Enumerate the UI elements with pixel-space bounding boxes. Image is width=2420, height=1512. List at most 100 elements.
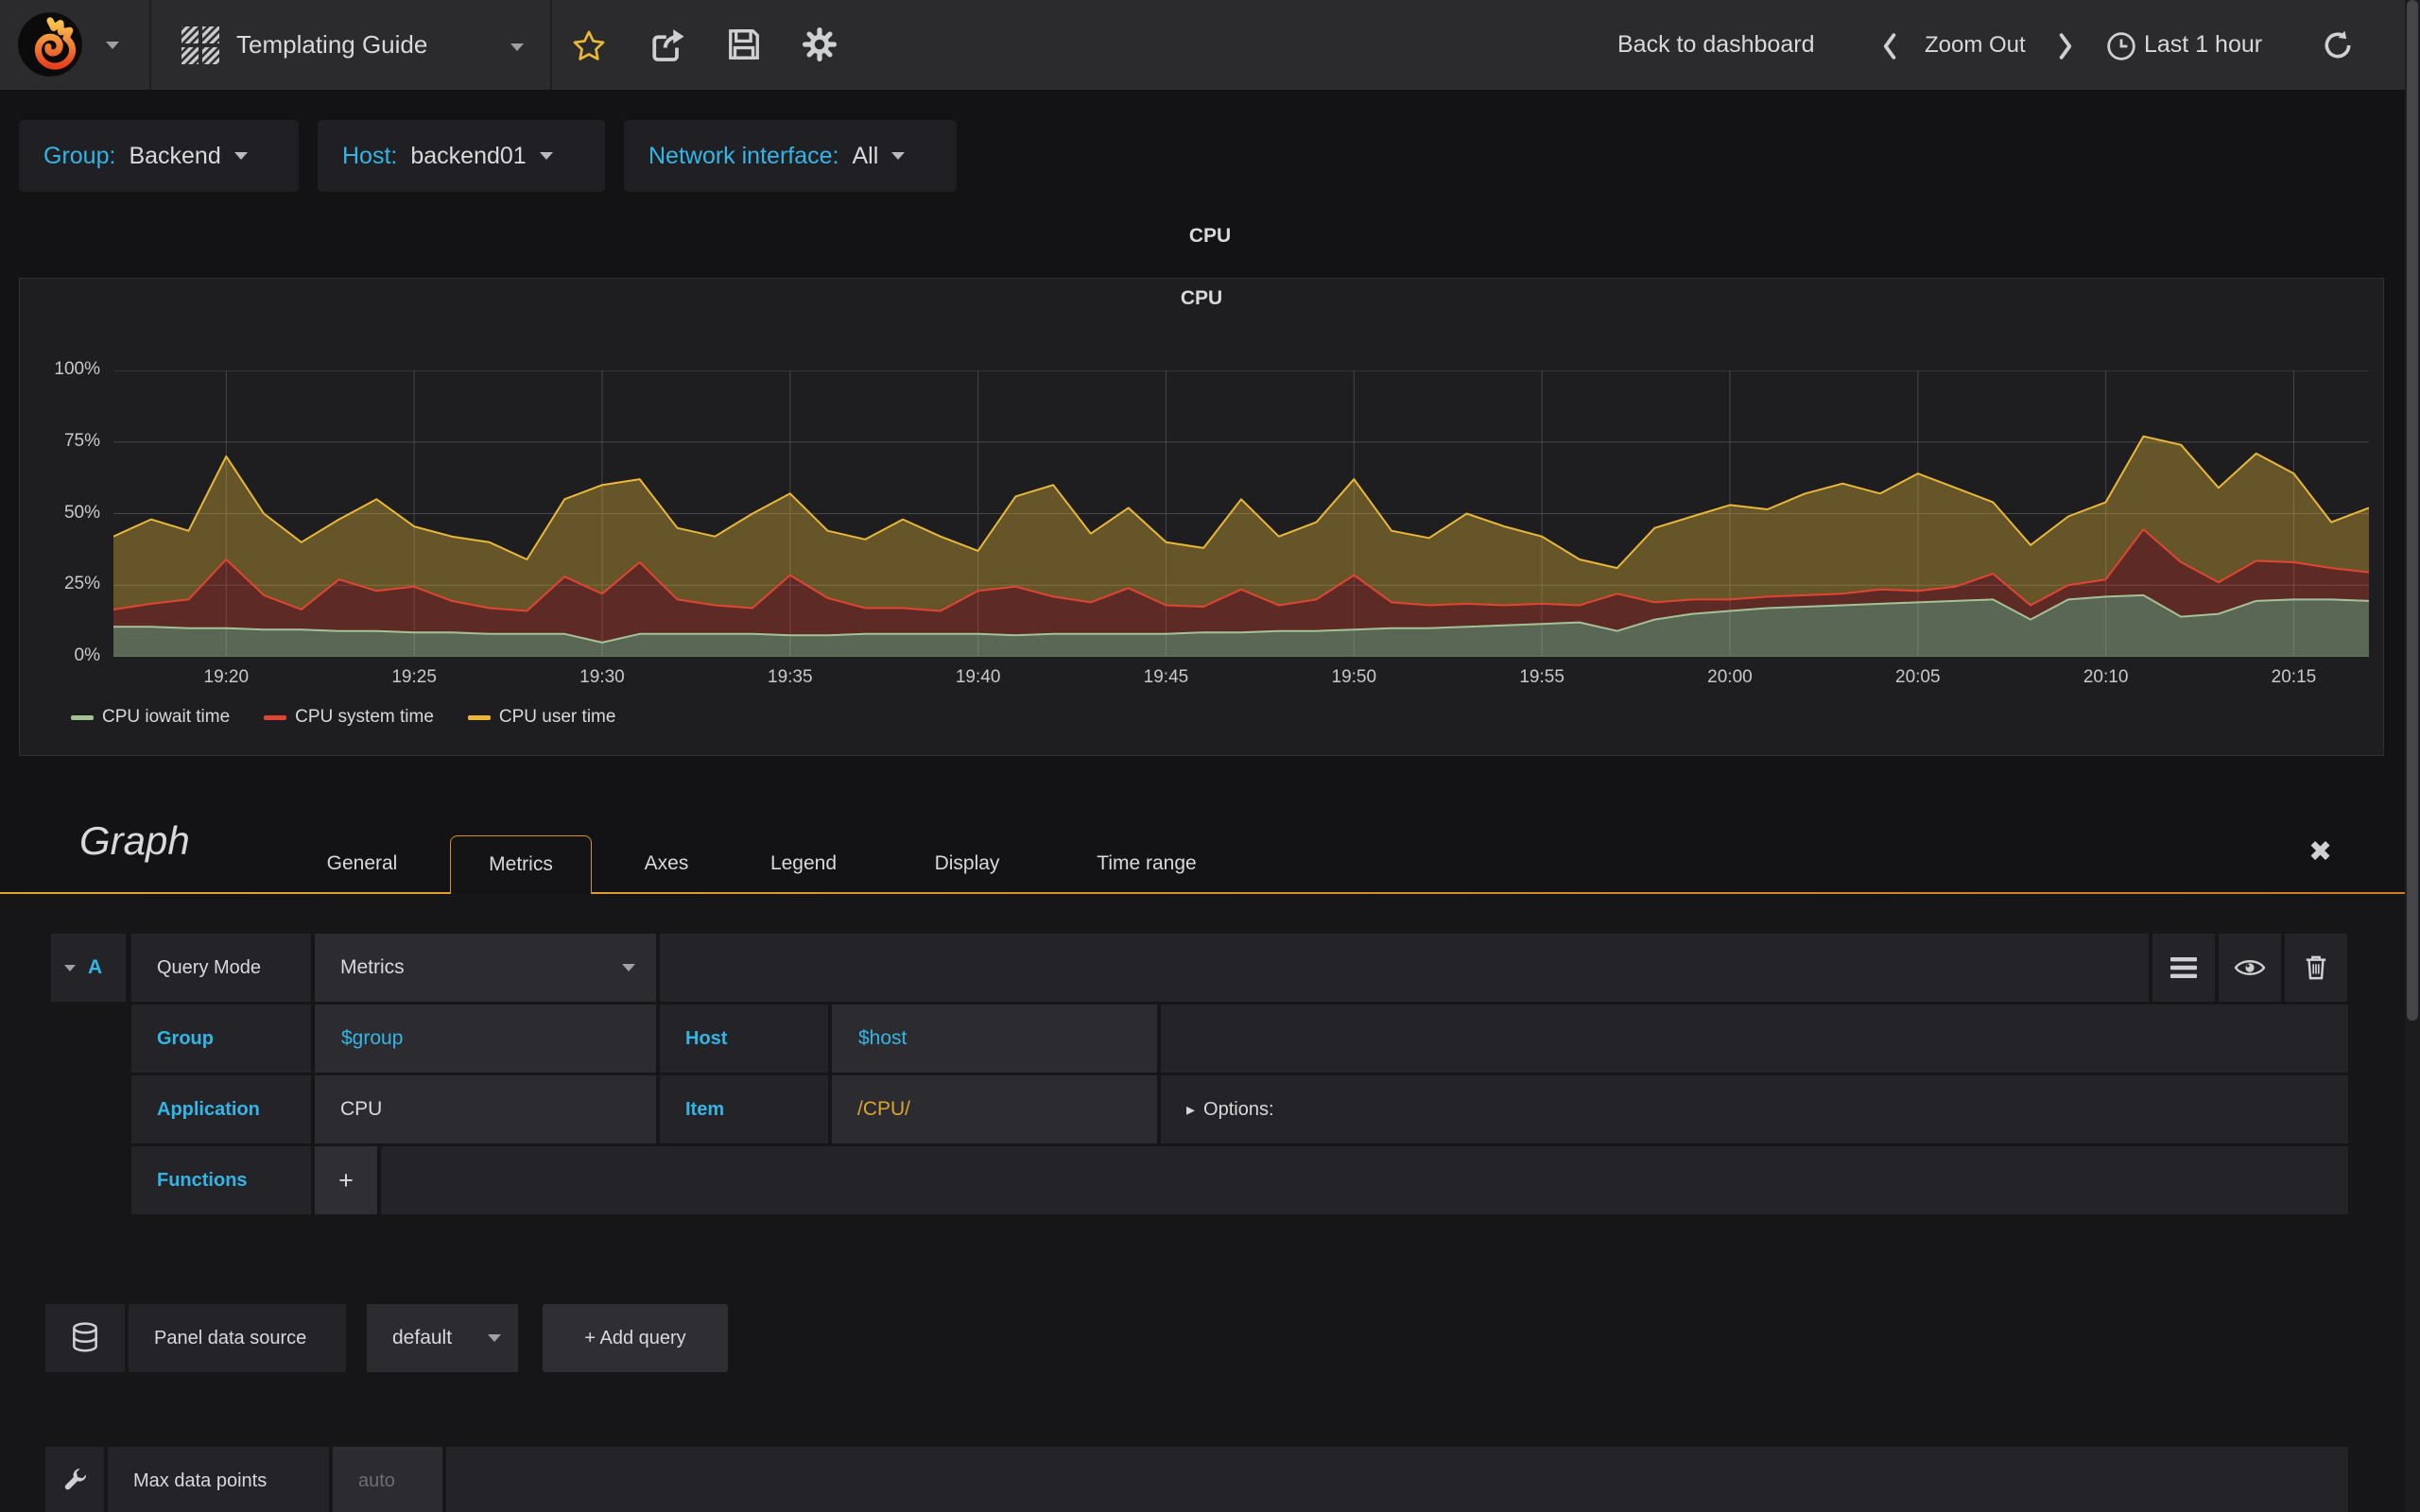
close-icon[interactable]: ✖ (2308, 835, 2332, 868)
x-tick-label: 19:30 (579, 667, 625, 687)
nav-divider (550, 0, 552, 90)
chevron-down-icon (891, 152, 906, 160)
x-tick-label: 19:35 (768, 667, 813, 687)
grafana-logo-icon[interactable] (17, 11, 83, 77)
x-tick-label: 20:05 (1895, 667, 1941, 687)
tab-time-range[interactable]: Time range (1057, 835, 1236, 892)
group-input[interactable]: $group (315, 1005, 656, 1073)
dashboard-title-caret-icon[interactable] (510, 43, 524, 51)
query-mode-label: Query Mode (131, 934, 311, 1002)
options-toggle[interactable]: ▸ Options: (1161, 1075, 2348, 1143)
tab-legend[interactable]: Legend (737, 835, 870, 892)
x-tick-label: 19:40 (955, 667, 1001, 687)
add-query-button[interactable]: + Add query (543, 1304, 728, 1372)
y-tick-label: 50% (63, 502, 100, 523)
query-row-filler (381, 1146, 2348, 1214)
legend-label: CPU system time (295, 707, 434, 727)
tabs-underline (0, 892, 2405, 894)
item-label: Item (660, 1075, 828, 1143)
tab-metrics[interactable]: Metrics (450, 835, 592, 894)
tab-display[interactable]: Display (896, 835, 1038, 892)
panel-title[interactable]: CPU (19, 287, 2384, 310)
y-tick-label: 25% (63, 574, 100, 594)
panel-options-icon-cell (45, 1447, 104, 1512)
variable-dropdown-group[interactable]: Group: Backend (19, 120, 299, 192)
variable-dropdown-host[interactable]: Host: backend01 (318, 120, 605, 192)
application-label: Application (131, 1075, 311, 1143)
variable-value: Backend (129, 142, 221, 169)
variable-dropdown-netif[interactable]: Network interface: All (624, 120, 957, 192)
legend-label: CPU user time (498, 707, 616, 727)
grafana-app: Templating Guide Back to dashboard Zoom … (0, 0, 2420, 1512)
legend-swatch-icon (71, 714, 94, 720)
gear-icon[interactable] (802, 26, 838, 62)
datasource-select[interactable]: default (367, 1304, 518, 1372)
time-range-picker[interactable]: Last 1 hour (2144, 0, 2262, 90)
collapse-caret-icon (64, 964, 76, 971)
query-mode-select[interactable]: Metrics (315, 934, 656, 1002)
legend-item[interactable]: CPU user time (467, 707, 616, 728)
datasource-label: Panel data source (129, 1304, 346, 1372)
legend-swatch-icon (264, 714, 287, 720)
chevron-down-icon (488, 1334, 501, 1342)
variable-value: backend01 (410, 142, 527, 169)
query-row-filler (1161, 1005, 2348, 1073)
share-icon[interactable] (648, 26, 686, 64)
group-label: Group (131, 1005, 311, 1073)
variable-label: Host: (342, 142, 398, 169)
query-toggle-visibility-button[interactable] (2219, 934, 2281, 1002)
chevron-down-icon (233, 152, 248, 160)
menu-icon (2170, 957, 2197, 978)
item-input[interactable]: /CPU/ (832, 1075, 1157, 1143)
logo-caret-icon[interactable] (106, 42, 119, 49)
legend-item[interactable]: CPU system time (264, 707, 434, 728)
cpu-chart-svg (112, 369, 2370, 658)
chevron-left-icon[interactable] (1881, 32, 1898, 60)
star-icon[interactable] (571, 28, 607, 64)
chart-legend: CPU iowait time CPU system time CPU user t… (71, 707, 615, 728)
navbar: Templating Guide Back to dashboard Zoom … (0, 0, 2420, 90)
clock-icon[interactable] (2106, 31, 2136, 61)
refresh-icon[interactable] (2322, 29, 2354, 61)
y-tick-label: 0% (74, 645, 100, 665)
host-input[interactable]: $host (832, 1005, 1157, 1073)
x-tick-label: 19:20 (203, 667, 250, 687)
chevron-right-icon[interactable] (2057, 32, 2074, 60)
x-tick-label: 19:55 (1519, 667, 1564, 687)
scrollbar-thumb[interactable] (2407, 0, 2418, 1021)
legend-label: CPU iowait time (102, 707, 231, 727)
triangle-right-icon: ▸ (1186, 1099, 1196, 1119)
back-to-dashboard-button[interactable]: Back to dashboard (1617, 0, 1814, 90)
functions-label: Functions (131, 1146, 311, 1214)
add-function-button[interactable]: + (315, 1146, 377, 1214)
x-tick-label: 19:45 (1143, 667, 1189, 687)
variable-label: Network interface: (648, 142, 839, 169)
max-data-points-label: Max data points (108, 1447, 329, 1512)
query-menu-button[interactable] (2152, 934, 2215, 1002)
legend-item[interactable]: CPU iowait time (71, 707, 230, 728)
datasource-icon-cell (45, 1304, 125, 1372)
chevron-down-icon (622, 964, 635, 971)
max-data-points-input[interactable]: auto (333, 1447, 442, 1512)
x-tick-label: 20:10 (2083, 667, 2129, 687)
dashboard-title[interactable]: Templating Guide (236, 0, 427, 90)
row-title[interactable]: CPU (0, 225, 2420, 248)
wrench-icon (64, 1469, 87, 1490)
save-icon[interactable] (726, 26, 762, 62)
x-tick-label: 20:15 (2271, 667, 2317, 687)
chevron-down-icon (539, 152, 553, 160)
query-delete-button[interactable] (2285, 934, 2347, 1002)
cpu-chart[interactable] (112, 369, 2370, 658)
query-collapse-button[interactable]: A (51, 934, 126, 1002)
tab-general[interactable]: General (301, 835, 424, 892)
application-input[interactable]: CPU (315, 1075, 656, 1143)
panel-type-title: Graph (79, 818, 190, 863)
nav-divider (149, 0, 151, 90)
tab-axes[interactable]: Axes (610, 835, 723, 892)
eye-icon (2234, 960, 2266, 975)
y-tick-label: 75% (63, 430, 100, 451)
variable-value: All (852, 142, 879, 169)
query-row-filler (660, 934, 2149, 1002)
options-row-filler (446, 1447, 2348, 1512)
zoom-out-button[interactable]: Zoom Out (1925, 0, 2026, 90)
